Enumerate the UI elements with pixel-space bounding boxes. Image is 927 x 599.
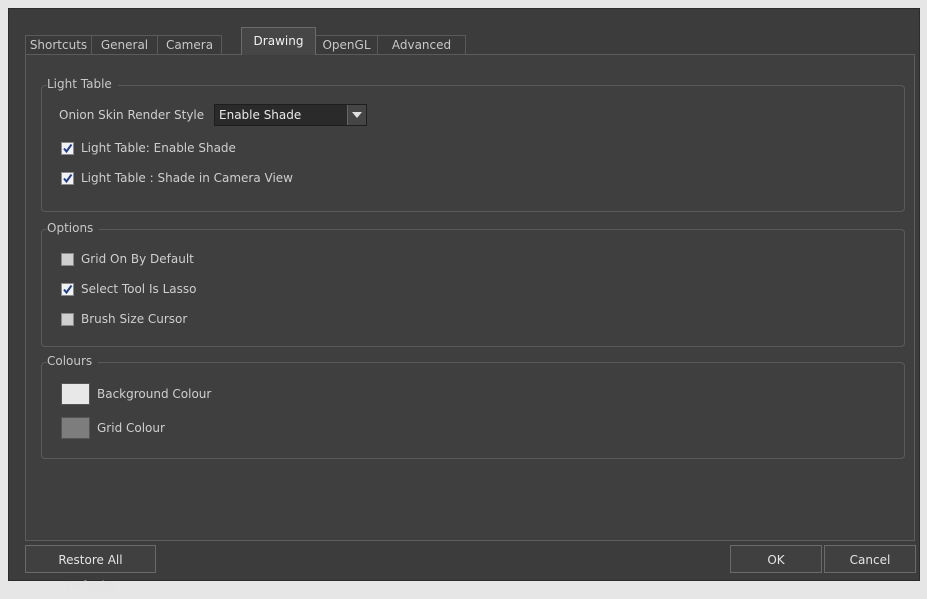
select-lasso-label: Select Tool Is Lasso <box>81 282 197 296</box>
chevron-down-icon[interactable] <box>347 105 366 125</box>
tab-opengl[interactable]: OpenGL <box>315 35 378 55</box>
tab-drawing[interactable]: Drawing <box>241 27 316 55</box>
light-table-group: Light Table Onion Skin Render Style Enab… <box>41 77 905 212</box>
colours-group: Colours Background Colour Grid Colour <box>41 354 905 459</box>
restore-defaults-button[interactable]: Restore All Defaults <box>25 545 156 593</box>
drawing-pane: Light Table Onion Skin Render Style Enab… <box>25 54 915 541</box>
colours-title: Colours <box>47 354 99 368</box>
shade-camera-view-label: Light Table : Shade in Camera View <box>81 171 293 185</box>
checkmark-icon <box>63 143 73 154</box>
onion-skin-style-value: Enable Shade <box>219 108 302 122</box>
tab-shortcuts[interactable]: Shortcuts <box>25 35 92 55</box>
light-table-title: Light Table <box>47 77 118 91</box>
select-lasso-checkbox[interactable] <box>61 283 74 296</box>
enable-shade-label: Light Table: Enable Shade <box>81 141 236 155</box>
onion-skin-style-select[interactable]: Enable Shade <box>214 104 367 126</box>
brush-size-cursor-checkbox[interactable] <box>61 313 74 326</box>
grid-colour-swatch[interactable] <box>61 417 90 439</box>
background-colour-swatch[interactable] <box>61 383 90 405</box>
onion-skin-label: Onion Skin Render Style <box>59 108 205 122</box>
tab-general[interactable]: General <box>91 35 158 55</box>
tab-camera[interactable]: Camera <box>157 35 222 55</box>
background-colour-label: Background Colour <box>97 387 212 401</box>
shade-camera-view-checkbox[interactable] <box>61 172 74 185</box>
ok-button[interactable]: OK <box>730 545 822 573</box>
tab-advanced[interactable]: Advanced <box>377 35 466 55</box>
preferences-dialog: Shortcuts General Camera Drawing OpenGL … <box>8 8 920 593</box>
options-title: Options <box>47 221 100 235</box>
grid-colour-label: Grid Colour <box>97 421 165 435</box>
checkmark-icon <box>63 173 73 184</box>
cancel-button[interactable]: Cancel <box>824 545 916 573</box>
enable-shade-checkbox[interactable] <box>61 142 74 155</box>
brush-size-cursor-label: Brush Size Cursor <box>81 312 188 326</box>
grid-on-default-label: Grid On By Default <box>81 252 194 266</box>
checkmark-icon <box>63 284 73 295</box>
grid-on-default-checkbox[interactable] <box>61 253 74 266</box>
options-group: Options Grid On By Default Select Tool I… <box>41 221 905 347</box>
